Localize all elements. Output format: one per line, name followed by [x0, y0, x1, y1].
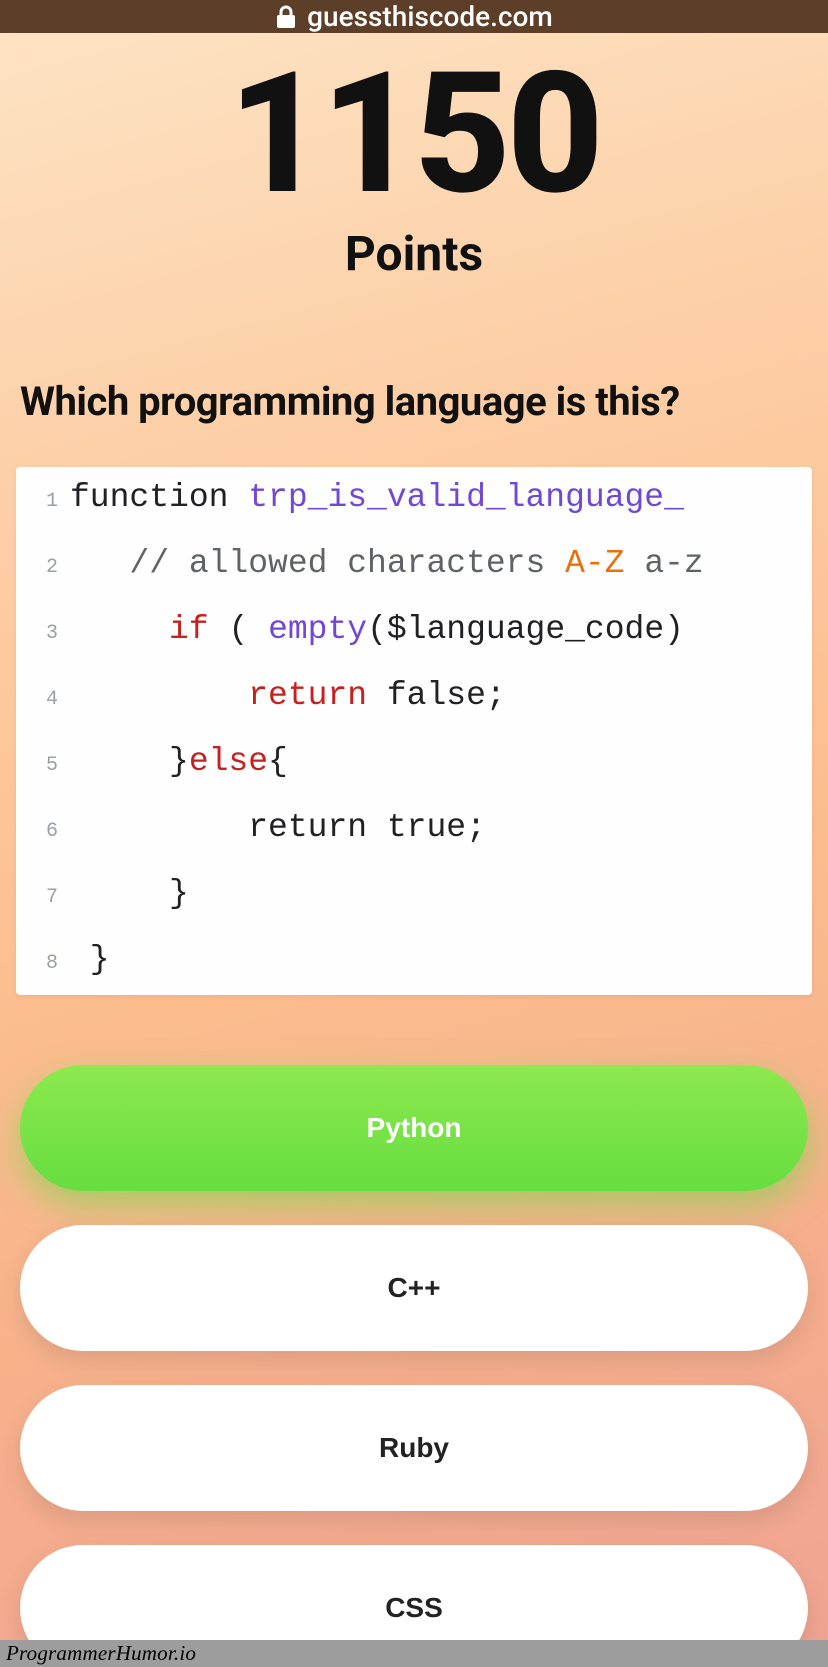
code-content: if ( empty($language_code): [70, 599, 812, 665]
code-content: }else{: [70, 731, 812, 797]
lock-icon: [275, 5, 297, 29]
code-content: function trp_is_valid_language_: [70, 467, 812, 533]
line-number: 3: [16, 599, 70, 665]
code-content: }: [70, 863, 812, 929]
code-snippet: 1function trp_is_valid_language_2 // all…: [16, 467, 812, 995]
code-line: 7 }: [16, 863, 812, 929]
browser-address-bar[interactable]: guessthiscode.com: [0, 0, 828, 33]
code-line: 3 if ( empty($language_code): [16, 599, 812, 665]
line-number: 4: [16, 665, 70, 731]
code-content: // allowed characters A-Z a-z: [70, 533, 812, 599]
line-number: 7: [16, 863, 70, 929]
answer-button[interactable]: C++: [20, 1225, 808, 1351]
score-block: 1150 Points: [16, 33, 812, 282]
code-line: 6 return true;: [16, 797, 812, 863]
code-line: 8 }: [16, 929, 812, 995]
answer-list: PythonC++RubyCSS: [16, 1065, 812, 1667]
score-value: 1150: [16, 51, 812, 219]
code-content: return true;: [70, 797, 812, 863]
line-number: 2: [16, 533, 70, 599]
answer-button[interactable]: Ruby: [20, 1385, 808, 1511]
line-number: 8: [16, 929, 70, 995]
code-line: 1function trp_is_valid_language_: [16, 467, 812, 533]
score-label: Points: [16, 225, 812, 282]
line-number: 1: [16, 467, 70, 533]
code-content: }: [70, 929, 812, 995]
code-line: 4 return false;: [16, 665, 812, 731]
code-line: 5 }else{: [16, 731, 812, 797]
answer-button[interactable]: Python: [20, 1065, 808, 1191]
code-content: return false;: [70, 665, 812, 731]
code-line: 2 // allowed characters A-Z a-z: [16, 533, 812, 599]
line-number: 5: [16, 731, 70, 797]
question-heading: Which programming language is this?: [16, 378, 812, 425]
line-number: 6: [16, 797, 70, 863]
browser-domain: guessthiscode.com: [307, 0, 553, 33]
watermark: ProgrammerHumor.io: [0, 1640, 828, 1667]
page-content: 1150 Points Which programming language i…: [0, 33, 828, 1667]
